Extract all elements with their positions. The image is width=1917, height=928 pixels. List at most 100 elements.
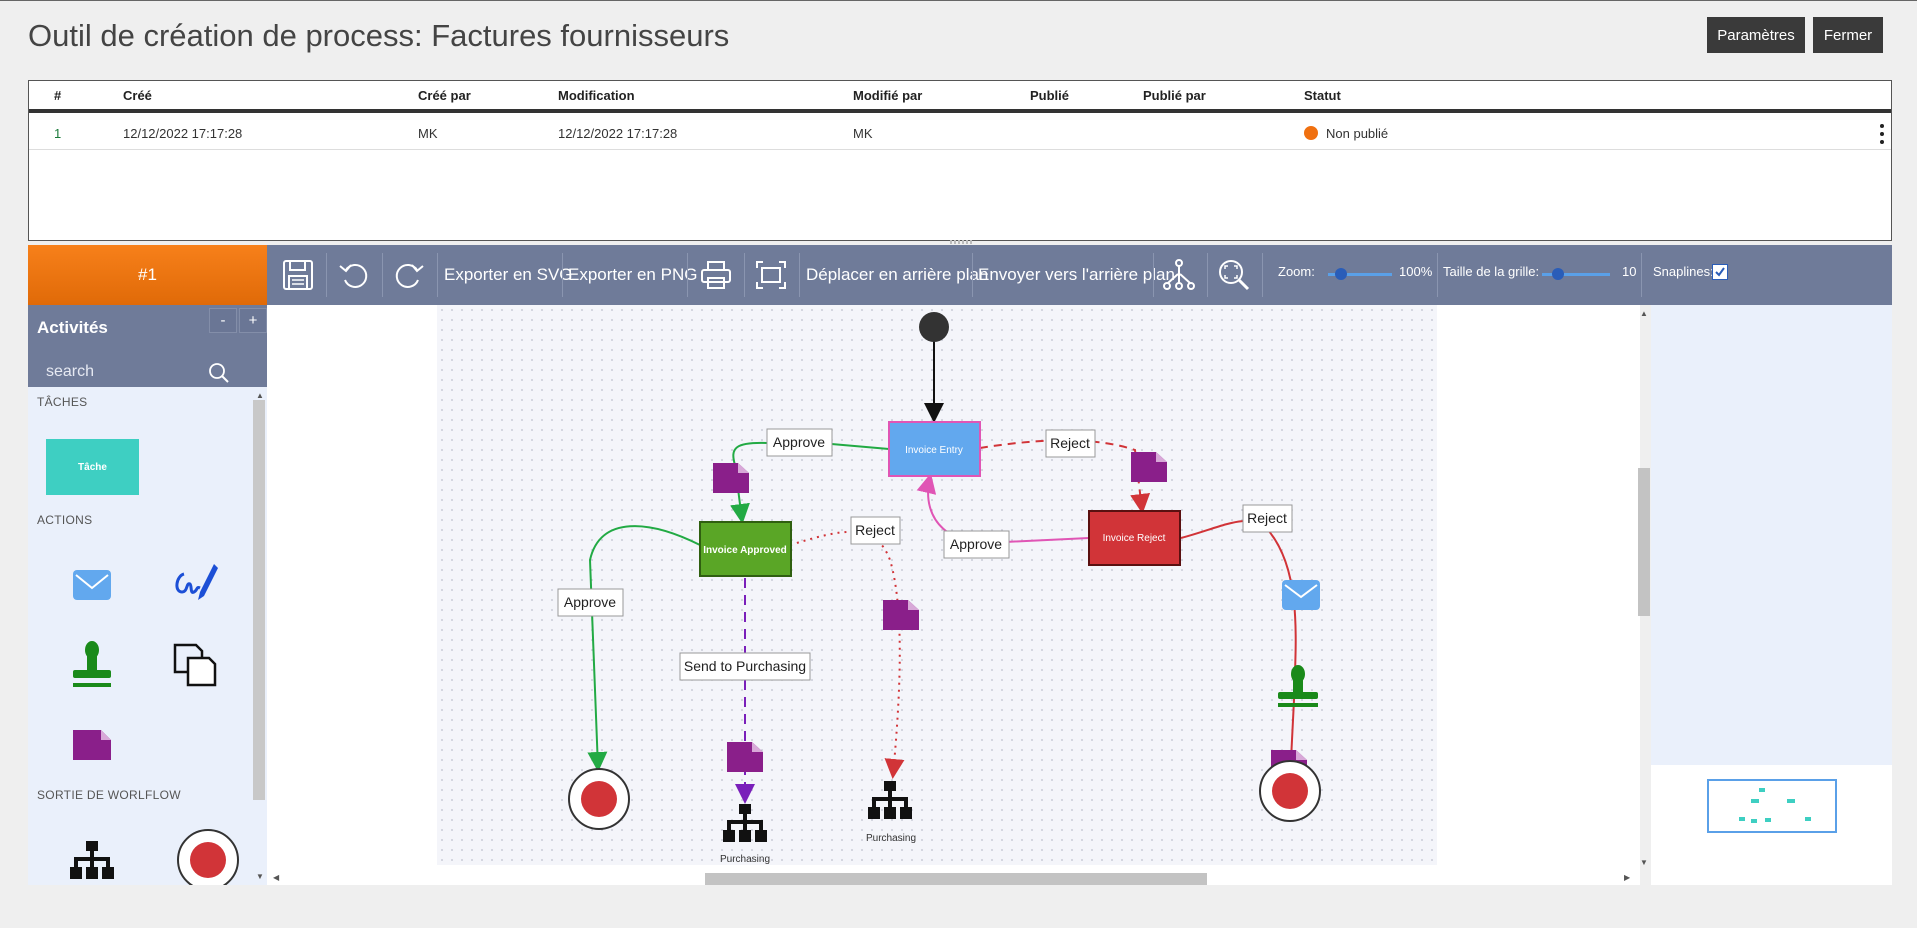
redo-icon[interactable] — [390, 257, 428, 293]
start-event — [919, 312, 949, 342]
document-icon — [713, 463, 749, 493]
top-border — [0, 0, 1917, 1]
col-modified[interactable]: Modification — [558, 81, 635, 109]
canvas-horizontal-scrollbar[interactable] — [705, 873, 1207, 885]
collapse-button[interactable]: - — [209, 308, 237, 333]
label-approve-3-text: Approve — [564, 594, 616, 610]
search-icon[interactable] — [208, 362, 230, 389]
col-published-by[interactable]: Publié par — [1143, 81, 1206, 109]
row-modified: 12/12/2022 17:17:28 — [558, 125, 678, 141]
email-icon — [1282, 580, 1320, 610]
grid-size-value: 10 — [1622, 263, 1637, 279]
params-button[interactable]: Paramètres — [1707, 17, 1805, 53]
col-num[interactable]: # — [54, 81, 61, 109]
email-icon[interactable] — [67, 560, 117, 610]
row-created: 12/12/2022 17:17:28 — [123, 125, 243, 141]
diagram-canvas[interactable]: Invoice Entry Invoice Approved Invoice R… — [267, 305, 1640, 885]
status-dot-icon — [1304, 126, 1318, 140]
edge-reject-to-end — [1180, 520, 1297, 781]
row-num: 1 — [54, 125, 62, 141]
task-tile[interactable]: Tâche — [46, 439, 139, 495]
minimap-node — [1751, 819, 1757, 823]
stamp-icon — [1278, 665, 1318, 707]
node-invoice-reject-label: Invoice Reject — [1103, 533, 1166, 544]
label-reject-2-text: Reject — [855, 522, 895, 538]
node-invoice-entry-label: Invoice Entry — [905, 445, 963, 456]
col-created-by[interactable]: Créé par — [418, 81, 471, 109]
zoom-slider-knob[interactable] — [1335, 268, 1347, 280]
row-created-by: MK — [418, 125, 438, 141]
zoom-value: 100% — [1399, 263, 1433, 279]
save-icon[interactable] — [279, 257, 317, 293]
zoom-label: Zoom: — [1278, 263, 1315, 279]
label-approve-1-text: Approve — [773, 434, 825, 450]
layout-tree-icon[interactable] — [1160, 257, 1198, 293]
activities-palette: Activités - + TÂCHES Tâche ACTIONS SORTI… — [28, 305, 267, 885]
close-button[interactable]: Fermer — [1813, 17, 1883, 53]
stamp-icon[interactable] — [67, 640, 117, 690]
end-event-icon[interactable] — [173, 825, 243, 885]
canvas-vertical-scrollbar[interactable] — [1638, 468, 1650, 616]
end-event — [568, 768, 630, 830]
label-send-purchasing-text: Send to Purchasing — [684, 658, 806, 674]
col-published[interactable]: Publié — [1030, 81, 1069, 109]
signature-icon[interactable] — [170, 560, 220, 610]
export-svg-button[interactable]: Exporter en SVG — [444, 245, 573, 305]
purchasing-2-label: Purchasing — [866, 833, 916, 844]
resize-handle[interactable] — [950, 240, 974, 244]
section-workflow-exit: SORTIE DE WORLFLOW — [37, 788, 181, 802]
minimap-node — [1759, 788, 1765, 792]
minimap-node — [1787, 799, 1795, 803]
minimap-node — [1751, 799, 1759, 803]
col-status[interactable]: Statut — [1304, 81, 1341, 109]
canvas-scroll-down-icon[interactable]: ▼ — [1640, 858, 1648, 867]
versions-table: # Créé Créé par Modification Modifié par… — [28, 80, 1892, 241]
expand-button[interactable]: + — [239, 308, 267, 333]
grid-size-slider[interactable] — [1542, 268, 1610, 280]
move-back-button[interactable]: Déplacer en arrière plan — [806, 245, 988, 305]
palette-title: Activités — [37, 318, 108, 337]
status-text: Non publié — [1326, 125, 1389, 141]
section-tasks: TÂCHES — [37, 395, 88, 409]
col-modified-by[interactable]: Modifié par — [853, 81, 922, 109]
canvas-scroll-right-icon[interactable]: ▶ — [1624, 873, 1630, 882]
palette-search-input[interactable] — [46, 362, 196, 382]
palette-scrollbar[interactable] — [253, 400, 265, 800]
row-menu-icon[interactable] — [1879, 124, 1885, 144]
print-icon[interactable] — [697, 257, 735, 293]
document-icon — [883, 600, 919, 630]
canvas-scroll-up-icon[interactable]: ▲ — [1640, 309, 1648, 318]
minimap-node — [1765, 818, 1771, 822]
table-row[interactable]: 1 12/12/2022 17:17:28 MK 12/12/2022 17:1… — [29, 117, 1891, 150]
minimap-viewport[interactable] — [1707, 779, 1837, 833]
minimap[interactable] — [1651, 765, 1892, 885]
undo-icon[interactable] — [335, 257, 373, 293]
subprocess-icon[interactable] — [67, 835, 117, 885]
page-title: Outil de création de process: Factures f… — [28, 18, 730, 53]
zoom-fit-icon[interactable] — [1215, 257, 1253, 293]
fit-screen-icon[interactable] — [752, 257, 790, 293]
version-tab[interactable]: #1 — [28, 245, 267, 305]
document-icon[interactable] — [67, 720, 117, 770]
col-created[interactable]: Créé — [123, 81, 152, 109]
diagram-svg[interactable]: Invoice Entry Invoice Approved Invoice R… — [267, 305, 1640, 885]
label-reject-1-text: Reject — [1050, 435, 1090, 451]
document-icon — [727, 742, 763, 772]
section-actions: ACTIONS — [37, 513, 93, 527]
canvas-scroll-left-icon[interactable]: ◀ — [273, 873, 279, 882]
palette-scroll-up-icon[interactable]: ▲ — [256, 391, 264, 400]
row-modified-by: MK — [853, 125, 873, 141]
document-icon — [1131, 452, 1167, 482]
node-invoice-approved-label: Invoice Approved — [703, 545, 787, 556]
send-back-button[interactable]: Envoyer vers l'arrière plan — [978, 245, 1175, 305]
snaplines-checkbox[interactable] — [1712, 264, 1728, 280]
grid-slider-knob[interactable] — [1552, 268, 1564, 280]
copy-icon[interactable] — [170, 640, 220, 690]
subprocess-icon — [868, 781, 912, 819]
palette-scroll-down-icon[interactable]: ▼ — [256, 872, 264, 881]
export-png-button[interactable]: Exporter en PNG — [568, 245, 697, 305]
zoom-slider[interactable] — [1328, 268, 1392, 280]
grid-size-label: Taille de la grille: — [1443, 263, 1540, 279]
edge-approved-to-end — [587, 525, 701, 772]
palette-header: Activités - + — [28, 305, 267, 387]
